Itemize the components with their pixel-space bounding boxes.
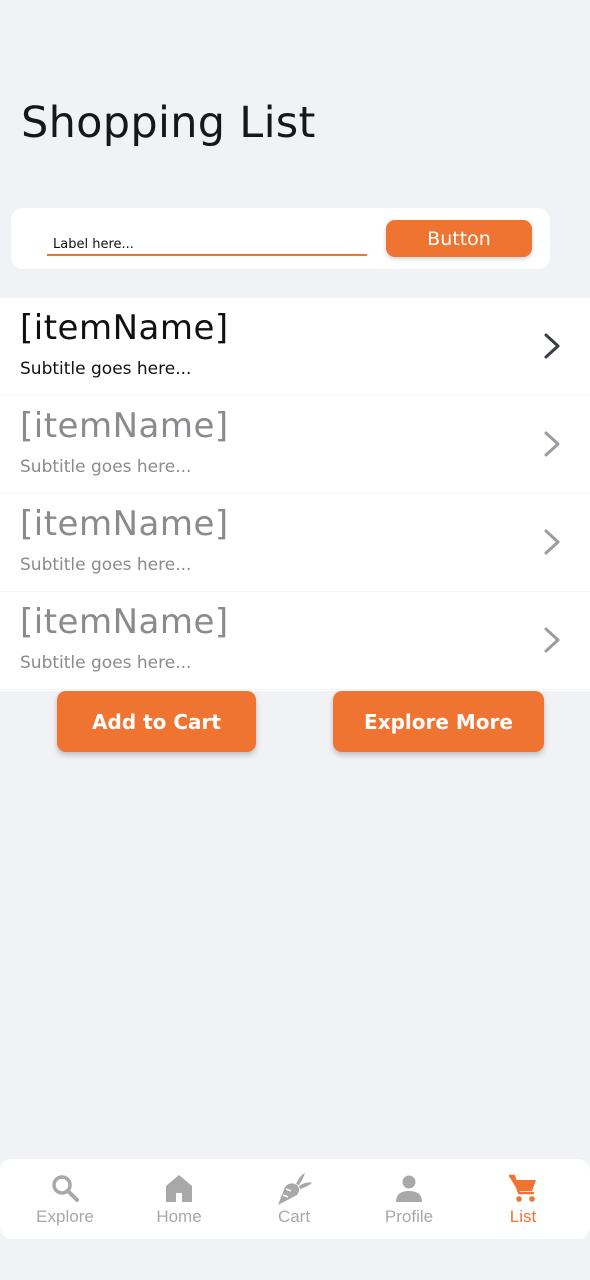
page-title: Shopping List bbox=[21, 98, 316, 148]
label-input[interactable] bbox=[47, 222, 367, 256]
nav-label-cart: Cart bbox=[277, 1207, 311, 1226]
list-item[interactable]: [itemName] Subtitle goes here... bbox=[0, 396, 590, 494]
nav-item-list[interactable]: List bbox=[464, 1159, 582, 1239]
home-icon bbox=[166, 1175, 192, 1202]
nav-label-home: Home bbox=[156, 1207, 202, 1226]
bottom-nav: Explore Home Cart Profile List bbox=[0, 1159, 590, 1239]
chevron-right-icon bbox=[544, 627, 560, 653]
item-name: [itemName] bbox=[20, 406, 229, 446]
search-icon bbox=[52, 1175, 79, 1202]
input-card: Button bbox=[11, 208, 550, 269]
list-item[interactable]: [itemName] Subtitle goes here... bbox=[0, 298, 590, 396]
chevron-right-icon bbox=[544, 529, 560, 555]
nav-item-profile[interactable]: Profile bbox=[350, 1159, 468, 1239]
item-subtitle: Subtitle goes here... bbox=[20, 457, 192, 477]
item-subtitle: Subtitle goes here... bbox=[20, 359, 192, 379]
nav-label-profile: Profile bbox=[384, 1207, 434, 1226]
item-subtitle: Subtitle goes here... bbox=[20, 555, 192, 575]
item-name: [itemName] bbox=[20, 602, 229, 642]
nav-label-explore: Explore bbox=[36, 1207, 94, 1226]
nav-label-list: List bbox=[509, 1207, 537, 1226]
nav-item-explore[interactable]: Explore bbox=[6, 1159, 124, 1239]
add-to-cart-button[interactable]: Add to Cart bbox=[57, 691, 256, 752]
nav-item-home[interactable]: Home bbox=[120, 1159, 238, 1239]
chevron-right-icon bbox=[544, 431, 560, 457]
item-name: [itemName] bbox=[20, 308, 229, 348]
item-subtitle: Subtitle goes here... bbox=[20, 653, 192, 673]
input-card-button[interactable]: Button bbox=[386, 220, 532, 257]
nav-item-cart[interactable]: Cart bbox=[235, 1159, 353, 1239]
shopping-cart-icon bbox=[509, 1174, 536, 1202]
carrot-icon bbox=[278, 1173, 312, 1205]
item-name: [itemName] bbox=[20, 504, 229, 544]
chevron-right-icon bbox=[544, 333, 560, 359]
list-item[interactable]: [itemName] Subtitle goes here... bbox=[0, 592, 590, 690]
list-item[interactable]: [itemName] Subtitle goes here... bbox=[0, 494, 590, 592]
person-icon bbox=[396, 1175, 422, 1202]
shopping-list: [itemName] Subtitle goes here... [itemNa… bbox=[0, 298, 590, 691]
explore-more-button[interactable]: Explore More bbox=[333, 691, 544, 752]
